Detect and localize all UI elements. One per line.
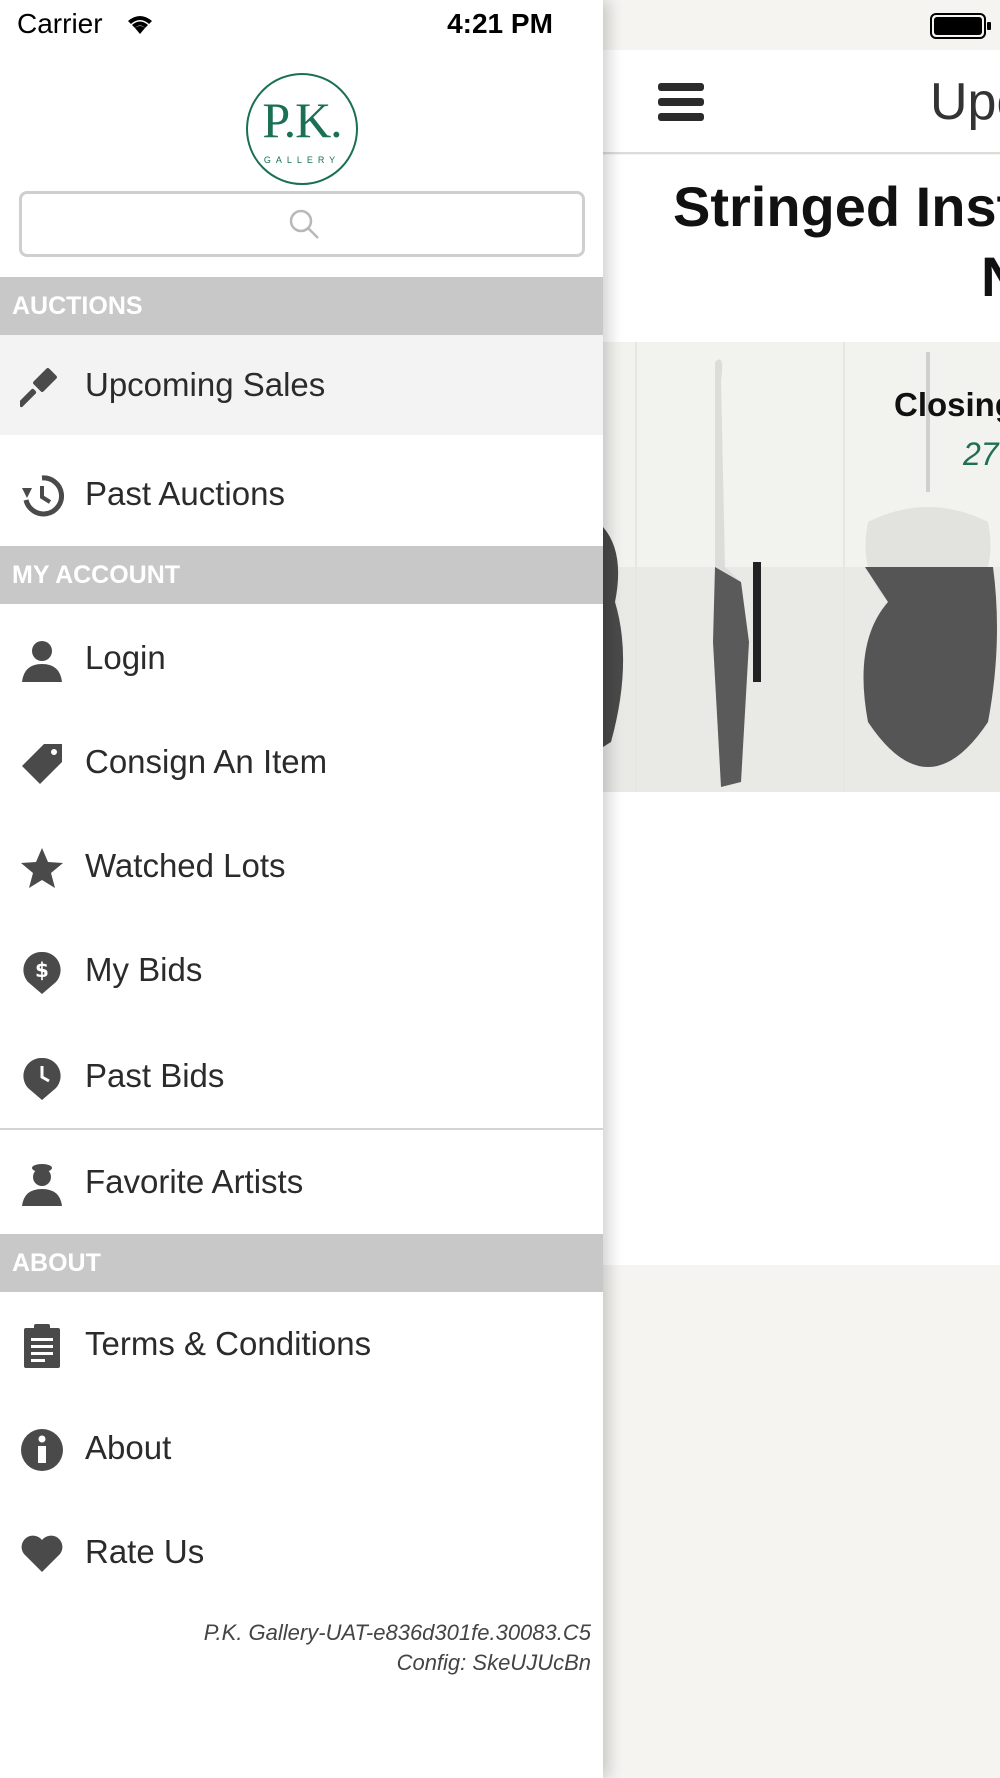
section-header-auctions: AUCTIONS — [0, 277, 603, 335]
dollar-pin-icon: $ — [20, 950, 64, 994]
menu-icon[interactable] — [658, 83, 704, 123]
menu-item-rate-us[interactable]: Rate Us — [0, 1502, 603, 1602]
menu-item-past-bids[interactable]: Past Bids — [0, 1026, 603, 1126]
menu-item-label: Past Auctions — [85, 475, 285, 512]
menu-item-label: Past Bids — [85, 1057, 225, 1094]
menu-item-favorite-artists[interactable]: Favorite Artists — [0, 1132, 603, 1232]
menu-item-label: Terms & Conditions — [85, 1325, 372, 1362]
menu-item-label: Upcoming Sales — [85, 366, 326, 403]
heart-icon — [20, 1532, 64, 1576]
menu-item-label: Rate Us — [85, 1533, 205, 1570]
main-nav-title: Upc — [930, 73, 1000, 131]
menu-item-label: My Bids — [85, 951, 203, 988]
menu-item-label: Favorite Artists — [85, 1163, 304, 1200]
gavel-icon — [17, 365, 64, 409]
menu-item-label: Consign An Item — [85, 743, 328, 780]
menu-item-consign[interactable]: Consign An Item — [0, 712, 603, 812]
info-icon — [20, 1428, 64, 1472]
menu-item-label: Login — [85, 639, 166, 676]
clock-pin-icon — [20, 1056, 64, 1100]
tag-icon — [20, 742, 64, 786]
menu-item-label: About — [85, 1429, 172, 1466]
user-icon — [20, 638, 64, 682]
sale-title: Stringed Inst — [673, 175, 1000, 238]
menu-item-login[interactable]: Login — [0, 608, 603, 708]
menu-item-my-bids[interactable]: $ My Bids — [0, 920, 603, 1020]
pk-gallery-logo: P.K. GALLERY — [246, 73, 358, 185]
logo-text: P.K. — [262, 92, 342, 148]
svg-text:$: $ — [35, 958, 49, 982]
sale-date: 27 — [963, 436, 999, 472]
artist-icon — [20, 1162, 64, 1206]
main-navbar: Upc — [603, 50, 1000, 154]
version-info: P.K. Gallery-UAT-e836d301fe.30083.C5 Con… — [204, 1618, 591, 1678]
battery-icon — [930, 12, 992, 47]
clipboard-icon — [20, 1324, 64, 1368]
menu-divider — [0, 1128, 603, 1130]
section-header-my-account: MY ACCOUNT — [0, 546, 603, 604]
search-icon — [288, 208, 320, 245]
sale-title-line2: N — [981, 242, 1000, 312]
menu-item-terms[interactable]: Terms & Conditions — [0, 1294, 603, 1394]
status-bar: Carrier 4:21 PM — [0, 0, 1000, 50]
clock-label: 4:21 PM — [447, 8, 553, 39]
menu-item-watched-lots[interactable]: Watched Lots — [0, 816, 603, 916]
menu-item-label: Watched Lots — [85, 847, 286, 884]
star-icon — [20, 846, 64, 890]
side-drawer: P.K. GALLERY AUCTIONS Upcoming Sales Pas… — [0, 0, 603, 1778]
logo-subtext: GALLERY — [263, 155, 341, 165]
app-screen: Carrier 4:21 PM Upc Stringed Inst — [0, 0, 1000, 1778]
menu-item-upcoming-sales[interactable]: Upcoming Sales — [0, 335, 603, 435]
menu-item-past-auctions[interactable]: Past Auctions — [0, 444, 603, 544]
menu-item-about[interactable]: About — [0, 1398, 603, 1498]
search-input[interactable] — [19, 191, 585, 257]
history-icon — [20, 474, 65, 518]
version-config: Config: SkeUJUcBn — [396, 1650, 591, 1675]
version-build: P.K. Gallery-UAT-e836d301fe.30083.C5 — [203, 1620, 591, 1645]
sale-closing-label: Closing — [894, 386, 1000, 423]
main-panel: Upc Stringed Inst N — [603, 0, 1000, 1778]
section-header-about: ABOUT — [0, 1234, 603, 1292]
